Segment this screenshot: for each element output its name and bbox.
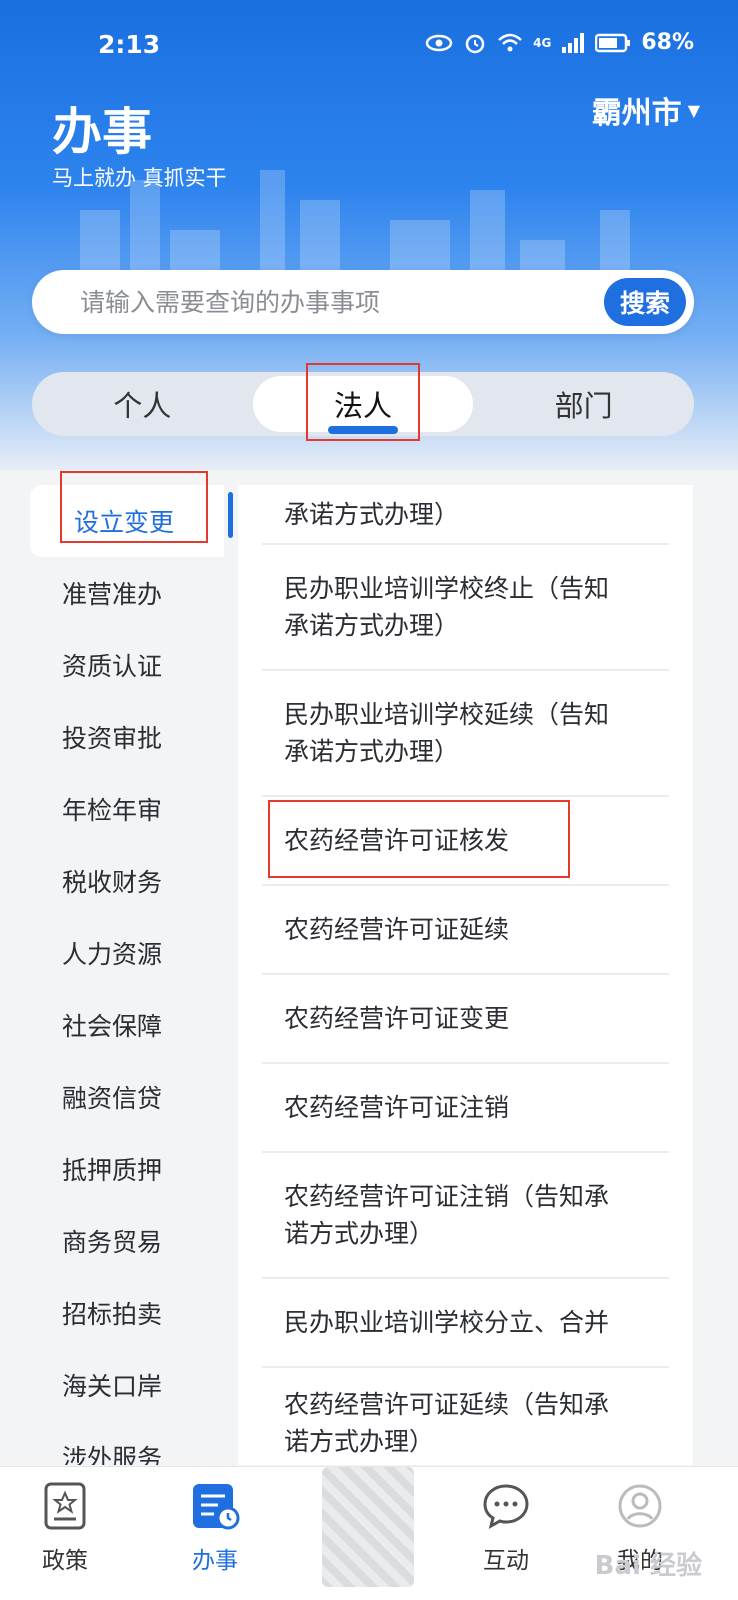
tab-legal-person-label: 法人 [334, 389, 393, 423]
category-tabs: 个人 法人 部门 [32, 372, 694, 436]
list-item[interactable]: 农药经营许可证延续（告知承 诺方式办理） [262, 1368, 669, 1465]
status-icons: 4G 68% [425, 30, 694, 55]
page-slogan: 马上就办 真抓实干 [52, 166, 227, 190]
city-label: 霸州市 [591, 96, 682, 131]
sidebar-item[interactable]: 年检年审 [0, 773, 224, 845]
tab-department[interactable]: 部门 [473, 372, 694, 436]
active-tab-indicator [328, 426, 398, 434]
list-item[interactable]: 农药经营许可证延续 [262, 886, 669, 975]
search-bar: 搜索 [32, 270, 694, 334]
sidebar-active-marker [228, 492, 233, 538]
tab-personal[interactable]: 个人 [32, 372, 253, 436]
status-bar: 2:13 4G 68% [0, 0, 738, 90]
list-item-text: 承诺方式办理） [284, 499, 460, 529]
list-item[interactable]: 承诺方式办理） [262, 485, 669, 545]
sidebar-item[interactable]: 准营准办 [0, 557, 224, 629]
sidebar-item[interactable]: 人力资源 [0, 917, 224, 989]
search-button[interactable]: 搜索 [604, 278, 686, 326]
tabbar-item-policy[interactable]: 政策 [5, 1481, 125, 1575]
bottom-tab-bar: 政策 办事 互动 我的 Bai 经验 [0, 1466, 738, 1600]
sidebar-item-setup-change[interactable]: 设立变更 [30, 485, 224, 557]
category-sidebar: 设立变更 准营准办 资质认证 投资审批 年检年审 税收财务 人力资源 社会保障 … [0, 485, 224, 1465]
list-item-text: 农药经营许可证变更 [284, 1004, 510, 1033]
policy-icon [44, 1482, 86, 1530]
pixelated-center-button[interactable] [322, 1467, 414, 1587]
tabbar-item-interaction[interactable]: 互动 [446, 1481, 566, 1575]
sidebar-item[interactable]: 社会保障 [0, 989, 224, 1061]
tabbar-label: 政策 [42, 1548, 88, 1574]
eye-icon [425, 34, 453, 51]
service-icon [193, 1484, 240, 1530]
list-item-text: 农药经营许可证延续 [284, 915, 510, 944]
sidebar-item[interactable]: 资质认证 [0, 629, 224, 701]
list-item-text: 农药经营许可证延续（告知承 诺方式办理） [284, 1390, 610, 1456]
list-item[interactable]: 民办职业培训学校终止（告知 承诺方式办理） [262, 545, 669, 671]
list-item-text: 农药经营许可证注销（告知承 诺方式办理） [284, 1182, 610, 1248]
tab-legal-person[interactable]: 法人 [252, 376, 474, 434]
sidebar-item[interactable]: 海关口岸 [0, 1349, 224, 1421]
list-item-text: 农药经营许可证核发 [284, 826, 510, 855]
alarm-icon [465, 34, 485, 53]
list-item[interactable]: 民办职业培训学校分立、合并 [262, 1279, 669, 1368]
list-item-text: 民办职业培训学校终止（告知 承诺方式办理） [284, 574, 610, 640]
service-list: 承诺方式办理） 民办职业培训学校终止（告知 承诺方式办理） 民办职业培训学校延续（… [238, 485, 693, 1465]
sidebar-item[interactable]: 税收财务 [0, 845, 224, 917]
list-item-pesticide-license-issue[interactable]: 农药经营许可证核发 [262, 797, 669, 886]
list-item[interactable]: 农药经营许可证注销 [262, 1064, 669, 1153]
signal-icon [562, 32, 585, 53]
sidebar-item[interactable]: 融资信贷 [0, 1061, 224, 1133]
city-selector[interactable]: 霸州市 ▼ [592, 88, 700, 132]
sidebar-item[interactable]: 商务贸易 [0, 1205, 224, 1277]
list-item[interactable]: 农药经营许可证变更 [262, 975, 669, 1064]
sidebar-item[interactable]: 投资审批 [0, 701, 224, 773]
list-item-text: 民办职业培训学校分立、合并 [284, 1308, 610, 1337]
tabbar-label: 办事 [192, 1548, 238, 1574]
sidebar-item[interactable]: 抵押质押 [0, 1133, 224, 1205]
list-item[interactable]: 农药经营许可证注销（告知承 诺方式办理） [262, 1153, 669, 1279]
network-type: 4G [533, 35, 552, 50]
wifi-icon [498, 33, 522, 51]
list-item[interactable]: 民办职业培训学校延续（告知 承诺方式办理） [262, 671, 669, 797]
battery-icon [595, 33, 631, 52]
user-icon [618, 1484, 662, 1528]
watermark: Bai 经验 [594, 1551, 702, 1581]
status-time: 2:13 [98, 30, 161, 59]
search-input[interactable] [80, 270, 580, 334]
sidebar-item[interactable]: 涉外服务 [0, 1421, 224, 1465]
chevron-down-icon: ▼ [687, 100, 700, 120]
battery-level: 68% [641, 30, 694, 55]
tabbar-label: 互动 [483, 1548, 529, 1574]
chat-icon [483, 1484, 529, 1529]
sidebar-item[interactable]: 招标拍卖 [0, 1277, 224, 1349]
list-item-text: 民办职业培训学校延续（告知 承诺方式办理） [284, 700, 610, 766]
page-title: 办事 [52, 103, 152, 161]
list-item-text: 农药经营许可证注销 [284, 1093, 510, 1122]
tabbar-item-service[interactable]: 办事 [155, 1481, 275, 1575]
